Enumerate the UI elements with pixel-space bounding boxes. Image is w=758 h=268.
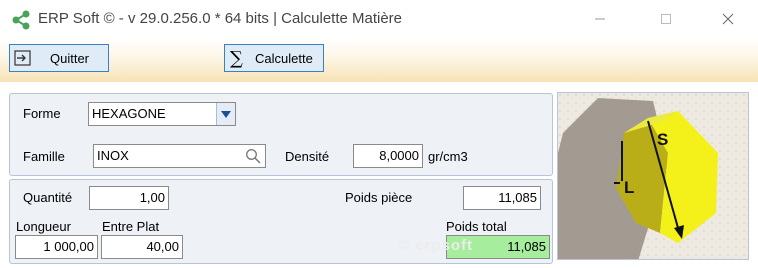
sigma-icon: ∑ — [230, 48, 243, 69]
poids-total-label: Poids total — [446, 219, 507, 234]
maximize-button[interactable] — [644, 4, 688, 34]
longueur-value: 1 000,00 — [43, 239, 94, 254]
exit-icon — [14, 50, 31, 66]
quit-label: Quitter — [50, 50, 90, 66]
window-title: ERP Soft © - v 29.0.256.0 * 64 bits | Ca… — [38, 10, 403, 27]
poids-piece-label: Poids pièce — [345, 190, 413, 205]
longueur-field[interactable]: 1 000,00 — [15, 235, 98, 259]
search-icon[interactable] — [245, 148, 261, 164]
quantite-field[interactable]: 1,00 — [89, 186, 169, 210]
hexagon-bar-image: S L — [558, 93, 748, 259]
maximize-icon — [661, 14, 671, 24]
calculette-label: Calculette — [255, 50, 313, 66]
chevron-down-icon[interactable] — [216, 103, 235, 125]
calculette-button[interactable]: ∑ Calculette — [224, 44, 324, 72]
famille-label: Famille — [23, 149, 65, 164]
entre-plat-value: 40,00 — [146, 239, 179, 254]
poids-piece-field[interactable]: 11,085 — [463, 186, 541, 210]
densite-field[interactable]: 8,0000 — [353, 144, 423, 168]
l-label: L — [624, 178, 634, 197]
densite-value: 8,0000 — [379, 148, 419, 163]
minimize-icon — [595, 18, 605, 20]
close-button[interactable] — [706, 4, 750, 34]
longueur-label: Longueur — [16, 219, 71, 234]
quantite-label: Quantité — [23, 190, 73, 205]
poids-piece-value: 11,085 — [498, 190, 537, 205]
entre-plat-label: Entre Plat — [102, 219, 160, 234]
famille-field[interactable]: INOX — [93, 144, 266, 168]
share-icon — [12, 10, 30, 30]
title-bar: ERP Soft © - v 29.0.256.0 * 64 bits | Ca… — [0, 0, 758, 38]
watermark: © erpsoft — [398, 237, 474, 254]
densite-label: Densité — [285, 149, 330, 164]
quit-button[interactable]: Quitter — [9, 44, 109, 72]
hexagon-illustration: S L — [557, 92, 749, 260]
toolbar: Quitter ∑ Calculette — [0, 38, 758, 82]
densite-unit: gr/cm3 — [428, 149, 468, 164]
quantite-value: 1,00 — [139, 190, 165, 205]
forme-value: HEXAGONE — [92, 106, 166, 121]
close-icon — [722, 13, 734, 25]
famille-value: INOX — [97, 148, 129, 163]
entre-plat-field[interactable]: 40,00 — [101, 235, 183, 259]
minimize-button[interactable] — [578, 4, 622, 34]
s-label: S — [657, 130, 668, 149]
forme-select[interactable]: HEXAGONE — [88, 102, 236, 126]
poids-total-value: 11,085 — [507, 239, 546, 254]
forme-label: Forme — [23, 106, 61, 121]
